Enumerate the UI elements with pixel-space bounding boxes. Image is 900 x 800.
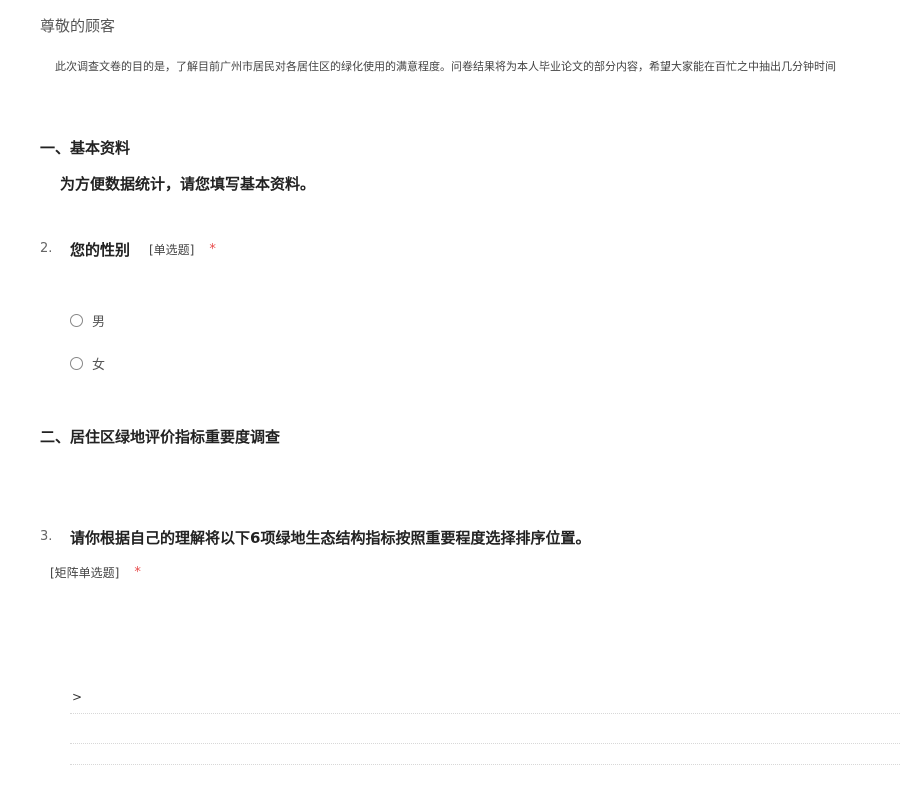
matrix-row-divider (70, 764, 900, 765)
question-number: 3. (40, 529, 53, 544)
question-type-label: [矩阵单选题] (50, 566, 120, 580)
option-label: 男 (92, 315, 106, 330)
survey-page: 尊敬的顾客 此次调查文卷的目的是，了解目前广州市居民对各居住区的绿化使用的满意程… (0, 0, 900, 800)
option-label: 女 (92, 358, 106, 373)
required-marker: * (134, 565, 141, 580)
question-meta: [矩阵单选题] * (50, 564, 141, 581)
question-title-gender: 您的性别 (70, 241, 131, 259)
radio-button-icon[interactable] (70, 314, 83, 327)
required-marker: * (209, 242, 216, 257)
question-number: 2. (40, 241, 53, 256)
intro-text: 此次调查文卷的目的是，了解目前广州市居民对各居住区的绿化使用的满意程度。问卷结果… (55, 60, 836, 73)
matrix-row-divider (70, 743, 900, 744)
section-title-greenspace: 二、居住区绿地评价指标重要度调查 (40, 428, 281, 446)
question-meta: [单选题] * (149, 241, 216, 258)
radio-option-male[interactable]: 男 (70, 311, 105, 330)
question-type-label: [单选题] (149, 243, 195, 257)
question-title-ranking: 请你根据自己的理解将以下6项绿地生态结构指标按照重要程度选择排序位置。 (70, 529, 591, 547)
radio-button-icon[interactable] (70, 357, 83, 370)
section-title-basic-info: 一、基本资料 (40, 139, 131, 157)
matrix-row-marker: > (72, 690, 83, 704)
radio-option-female[interactable]: 女 (70, 354, 105, 373)
greeting: 尊敬的顾客 (40, 17, 116, 35)
matrix-row-divider (70, 713, 900, 714)
section-subtitle-basic-info: 为方便数据统计，请您填写基本资料。 (60, 175, 316, 193)
